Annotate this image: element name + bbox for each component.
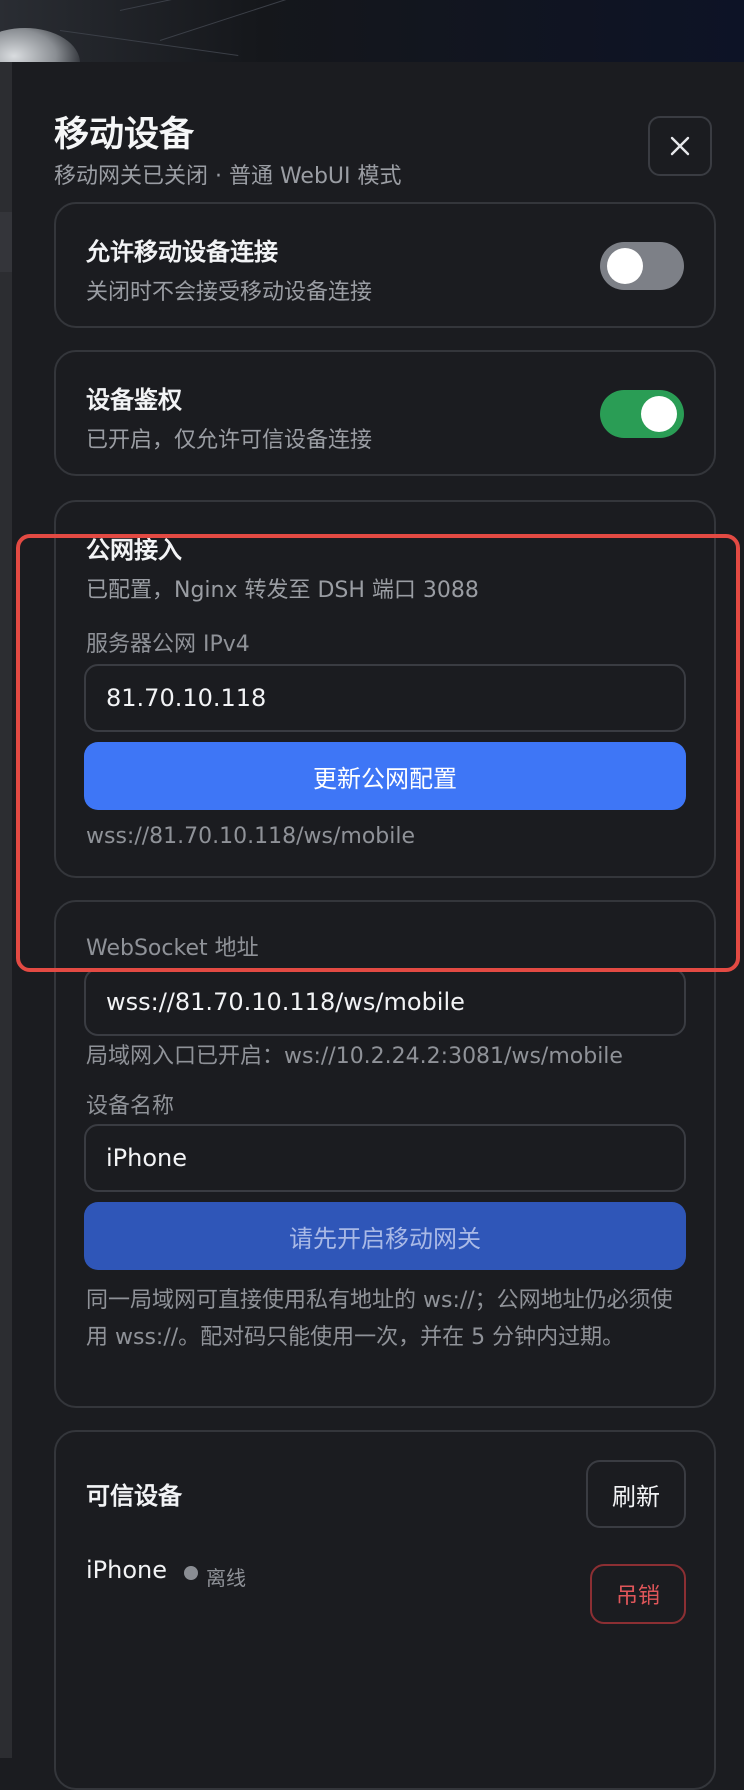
websocket-input[interactable]: wss://81.70.10.118/ws/mobile [84,968,686,1036]
update-public-config-button[interactable]: 更新公网配置 [84,742,686,810]
websocket-label: WebSocket 地址 [86,936,259,961]
trusted-devices-card: 可信设备 刷新 iPhone 离线 吊销 [54,1430,716,1790]
backdrop-decoration [0,28,80,62]
allow-connection-title: 允许移动设备连接 [86,238,278,266]
public-access-title: 公网接入 [86,536,182,564]
connection-note: 同一局域网可直接使用私有地址的 ws://；公网地址仍必须使用 wss://。配… [86,1288,673,1350]
device-auth-title: 设备鉴权 [86,386,182,414]
device-auth-card: 设备鉴权 已开启，仅允许可信设备连接 [54,350,716,476]
refresh-button[interactable]: 刷新 [586,1460,686,1528]
connection-card: WebSocket 地址 wss://81.70.10.118/ws/mobil… [54,900,716,1408]
enable-gateway-first-button[interactable]: 请先开启移动网关 [84,1202,686,1270]
toggle-knob [641,396,677,432]
panel-title: 移动设备 [54,115,195,155]
close-button[interactable] [648,116,712,176]
backdrop-line [119,0,336,11]
public-ip-label: 服务器公网 IPv4 [86,632,250,657]
backdrop-line [159,0,408,41]
allow-connection-toggle[interactable] [600,242,684,290]
trusted-devices-title: 可信设备 [86,1482,182,1510]
device-auth-toggle[interactable] [600,390,684,438]
public-ws-url: wss://81.70.10.118/ws/mobile [86,824,416,849]
toggle-knob [607,248,643,284]
offline-status-dot [184,1566,198,1580]
device-auth-description: 已开启，仅允许可信设备连接 [86,428,373,453]
public-access-card: 公网接入 已配置，Nginx 转发至 DSH 端口 3088 服务器公网 IPv… [54,500,716,878]
panel-subtitle: 移动网关已关闭 · 普通 WebUI 模式 [54,164,402,189]
mobile-devices-panel: 移动设备 移动网关已关闭 · 普通 WebUI 模式 允许移动设备连接 关闭时不… [12,62,744,1790]
close-icon [670,136,690,156]
page-edge-divider [0,212,12,272]
revoke-button[interactable]: 吊销 [590,1564,686,1624]
background-backdrop [0,0,744,62]
public-ip-input[interactable]: 81.70.10.118 [84,664,686,732]
background-page-edge [0,62,12,1758]
device-name-input[interactable]: iPhone [84,1124,686,1192]
lan-entry-hint: 局域网入口已开启：ws://10.2.24.2:3081/ws/mobile [86,1044,623,1069]
allow-connection-card: 允许移动设备连接 关闭时不会接受移动设备连接 [54,202,716,328]
trusted-device-status: 离线 [206,1566,246,1590]
trusted-device-name: iPhone [86,1556,168,1584]
device-name-label: 设备名称 [86,1094,175,1119]
public-access-description: 已配置，Nginx 转发至 DSH 端口 3088 [86,578,479,603]
allow-connection-description: 关闭时不会接受移动设备连接 [86,280,373,305]
backdrop-line [59,30,239,57]
